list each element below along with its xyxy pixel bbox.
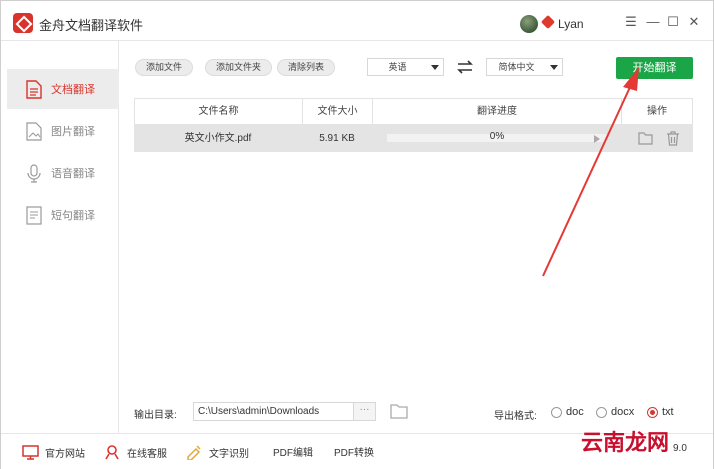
- app-title: 金舟文档翻译软件: [39, 18, 144, 33]
- open-folder-icon[interactable]: [390, 403, 408, 419]
- format-label: doc: [566, 406, 584, 418]
- target-language-value: 简体中文: [498, 62, 535, 72]
- start-translate-button[interactable]: 开始翻译: [616, 57, 693, 79]
- output-directory-label: 输出目录:: [134, 410, 177, 421]
- swap-language-icon[interactable]: [456, 59, 474, 75]
- close-button[interactable]: ✕: [686, 14, 702, 30]
- format-radio-txt[interactable]: txt: [647, 406, 674, 418]
- user-name[interactable]: Lyan: [558, 17, 584, 31]
- version-text: 9.0: [673, 443, 687, 454]
- menu-button[interactable]: ☰: [623, 14, 639, 30]
- vip-icon: [540, 14, 556, 30]
- minimize-button[interactable]: —: [645, 14, 661, 30]
- app-window: 金舟文档翻译软件 Lyan ☰ — ☐ ✕ 文档翻译 图片翻译 语音翻译 短句翻…: [0, 0, 714, 469]
- column-header-size: 文件大小: [303, 99, 373, 124]
- sidebar-item-voice-translate[interactable]: 语音翻译: [7, 153, 119, 193]
- format-label: txt: [662, 406, 674, 418]
- file-size-cell: 5.91 KB: [319, 133, 355, 144]
- maximize-button[interactable]: ☐: [665, 14, 681, 30]
- table-row[interactable]: 英文小作文.pdf 5.91 KB 0%: [134, 125, 693, 152]
- footer-ocr[interactable]: 文字识别: [185, 444, 249, 460]
- add-folder-button[interactable]: 添加文件夹: [205, 59, 273, 76]
- progress-text: 0%: [489, 131, 505, 142]
- trash-icon[interactable]: [666, 131, 681, 146]
- source-language-value: 英语: [388, 62, 407, 72]
- chevron-down-icon: [431, 65, 439, 70]
- microphone-icon: [25, 163, 43, 183]
- chevron-down-icon: [550, 65, 558, 70]
- radio-circle: [551, 406, 562, 418]
- sidebar-item-label: 短句翻译: [51, 210, 95, 222]
- export-format-label: 导出格式:: [494, 411, 537, 422]
- user-avatar[interactable]: [520, 15, 538, 33]
- radio-circle: [647, 406, 658, 418]
- annotation-arrow-icon: [542, 67, 639, 277]
- sidebar-item-image-translate[interactable]: 图片翻译: [7, 111, 119, 151]
- footer-pdf-edit[interactable]: PDF编辑: [273, 444, 313, 459]
- app-logo-icon: [13, 13, 33, 33]
- source-language-select[interactable]: 英语: [367, 58, 444, 76]
- footer-label: 在线客服: [127, 448, 167, 460]
- format-label: docx: [611, 406, 635, 418]
- column-header-name: 文件名称: [135, 99, 303, 124]
- target-language-select[interactable]: 简体中文: [486, 58, 563, 76]
- image-icon: [25, 121, 43, 141]
- sidebar-item-label: 文档翻译: [51, 84, 95, 96]
- watermark-logo: 云南龙网: [581, 430, 670, 456]
- column-header-progress: 翻译进度: [373, 99, 622, 124]
- footer-pdf-convert[interactable]: PDF转换: [334, 444, 374, 459]
- ocr-icon: [185, 444, 203, 460]
- format-radio-docx[interactable]: docx: [596, 406, 634, 418]
- footer-label: PDF编辑: [273, 448, 313, 459]
- sidebar-item-label: 图片翻译: [51, 126, 95, 138]
- clear-list-button[interactable]: 清除列表: [277, 59, 336, 76]
- radio-circle: [596, 406, 607, 418]
- support-icon: [103, 444, 121, 460]
- footer-official-site[interactable]: 官方网站: [21, 444, 85, 460]
- footer-label: 文字识别: [209, 448, 249, 460]
- format-radio-doc[interactable]: doc: [551, 406, 584, 418]
- folder-icon[interactable]: [638, 131, 653, 146]
- document-icon: [25, 79, 43, 99]
- monitor-icon: [21, 444, 39, 460]
- sidebar-item-label: 语音翻译: [51, 168, 95, 180]
- table-header: 文件名称 文件大小 翻译进度 操作: [134, 98, 693, 125]
- text-icon: [25, 205, 43, 225]
- column-header-actions: 操作: [647, 106, 667, 117]
- add-file-button[interactable]: 添加文件: [135, 59, 194, 76]
- title-bar: 金舟文档翻译软件 Lyan ☰ — ☐ ✕: [1, 1, 713, 41]
- browse-button[interactable]: ···: [354, 402, 376, 421]
- output-directory-input[interactable]: [193, 402, 354, 421]
- sidebar-item-sentence-translate[interactable]: 短句翻译: [7, 195, 119, 235]
- sidebar-item-document-translate[interactable]: 文档翻译: [7, 69, 119, 109]
- sidebar: 文档翻译 图片翻译 语音翻译 短句翻译: [1, 41, 119, 433]
- footer-label: PDF转换: [334, 448, 374, 459]
- play-icon[interactable]: [594, 135, 600, 143]
- footer-label: 官方网站: [45, 448, 85, 460]
- file-name-cell: 英文小作文.pdf: [184, 133, 252, 144]
- footer-online-support[interactable]: 在线客服: [103, 444, 167, 460]
